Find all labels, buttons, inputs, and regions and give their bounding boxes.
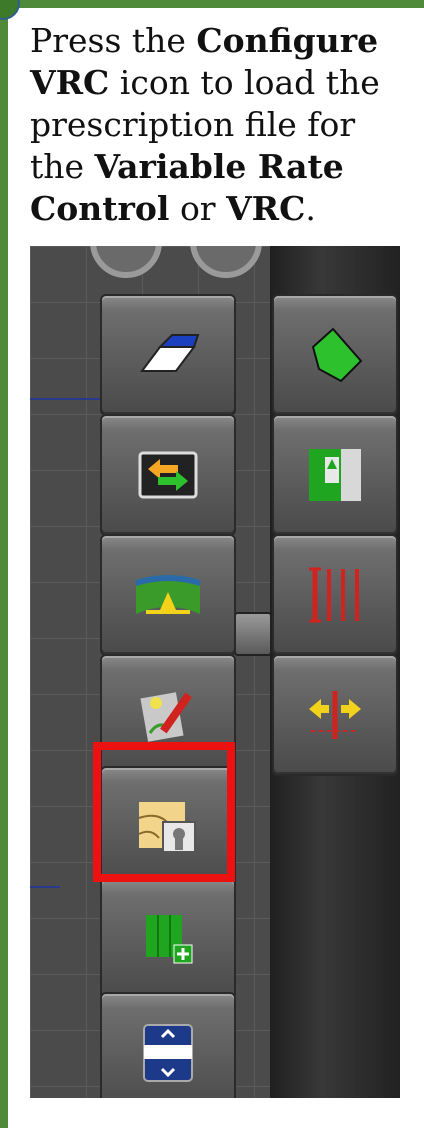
field-guidance-icon [136, 575, 200, 614]
add-field-icon [146, 915, 193, 964]
guidance-lines-icon [309, 567, 359, 623]
instruction-text: Press the Configure VRC icon to load the… [30, 20, 410, 230]
nudge-icon [309, 691, 361, 739]
toolbar-connector [234, 612, 272, 656]
guidance-lines-button[interactable] [272, 534, 398, 656]
frame-left-border [0, 0, 8, 1128]
guidance-view-button[interactable] [100, 534, 236, 656]
screenshot-panel [30, 246, 400, 1098]
edit-map-pencil-icon [140, 692, 192, 742]
eraser-icon [140, 334, 200, 372]
frame-top-border [0, 0, 424, 8]
scroll-menu-button[interactable] [100, 992, 236, 1098]
nudge-button[interactable] [272, 654, 398, 776]
swap-button[interactable] [100, 414, 236, 536]
instruction-text-part: . [305, 189, 316, 228]
eraser-button[interactable] [100, 294, 236, 416]
field-boundary-icon [311, 327, 363, 383]
scroll-menu-icon [143, 1024, 193, 1082]
instruction-text-part: Press the [30, 21, 197, 60]
add-field-button[interactable] [100, 878, 236, 1000]
guidance-line [30, 886, 60, 888]
configure-vrc-highlight [93, 742, 235, 882]
guidance-line [30, 398, 100, 400]
instruction-text-part: or [169, 189, 227, 228]
vrc-term: VRC [226, 189, 306, 228]
corner-badge [0, 0, 20, 20]
swap-arrows-icon [138, 451, 198, 499]
headland-button[interactable] [272, 414, 398, 536]
field-boundary-button[interactable] [272, 294, 398, 416]
headland-icon [309, 449, 361, 501]
